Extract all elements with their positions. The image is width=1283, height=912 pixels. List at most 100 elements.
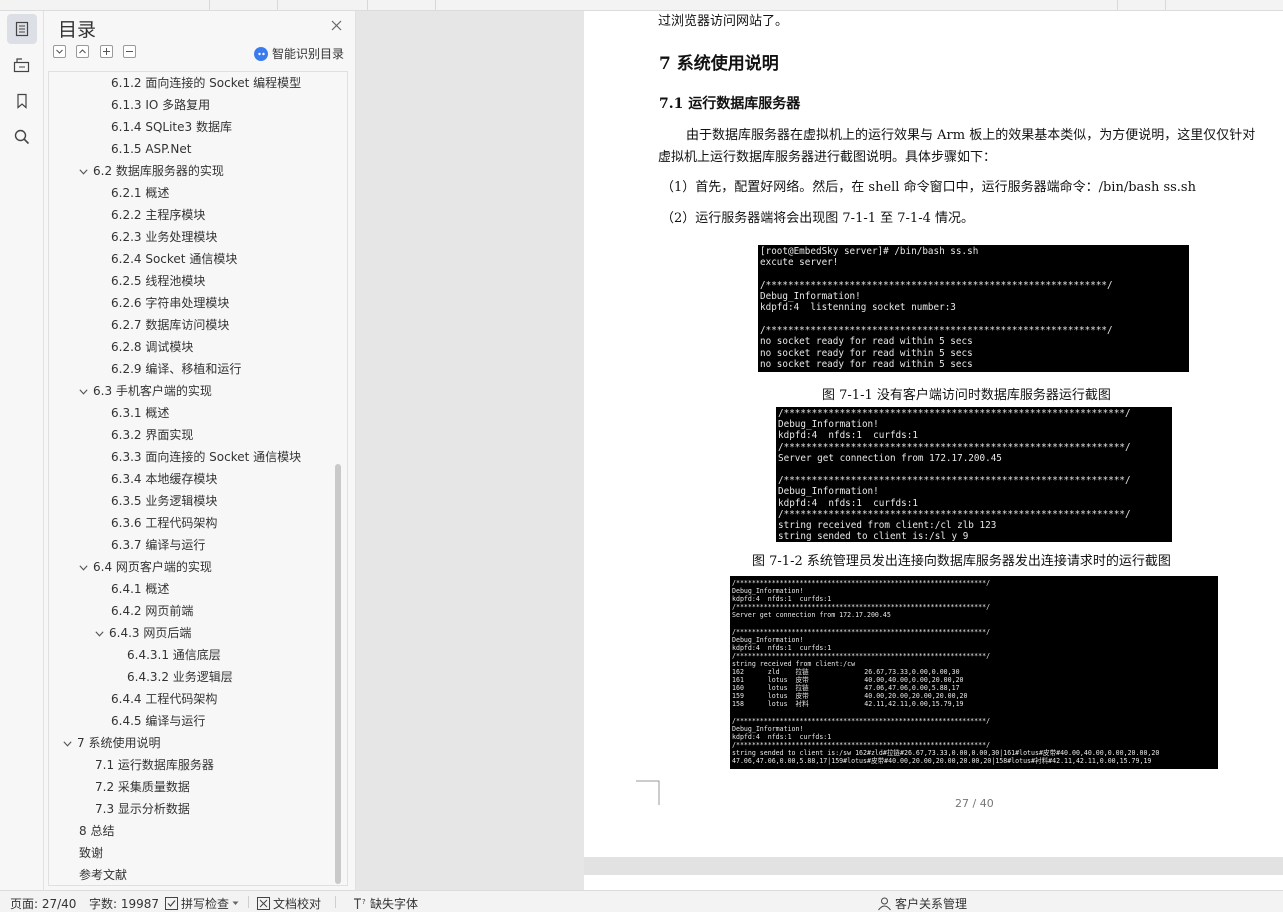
toc-scrollbar[interactable] bbox=[335, 464, 341, 884]
toc-item[interactable]: 6.4.3.1 通信底层 bbox=[127, 644, 221, 666]
toc-item[interactable]: 6.1.4 SQLite3 数据库 bbox=[111, 116, 232, 138]
toc-item-label: 6.3.6 工程代码架构 bbox=[111, 516, 218, 530]
toc-item-label: 6.3.2 界面实现 bbox=[111, 428, 194, 442]
toc-item[interactable]: 6.4.2 网页前端 bbox=[111, 600, 193, 622]
toc-item-label: 6.3.7 编译与运行 bbox=[111, 538, 206, 552]
toc-item-label: 7 系统使用说明 bbox=[77, 736, 161, 750]
toc-item-label: 6.2.1 概述 bbox=[111, 186, 170, 200]
tab-segment[interactable] bbox=[1060, 0, 1118, 10]
toc-item[interactable]: 6.3.7 编译与运行 bbox=[111, 534, 205, 556]
toc-item[interactable]: 6.1.5 ASP.Net bbox=[111, 138, 191, 160]
toc-item[interactable]: 6.1.3 IO 多路复用 bbox=[111, 94, 210, 116]
close-icon[interactable] bbox=[328, 17, 344, 33]
paragraph-line: 过浏览器访问网站了。 bbox=[658, 14, 789, 29]
paragraph-line: 由于数据库服务器在虚拟机上的运行效果与 Arm 板上的效果基本类似，为方便说明，… bbox=[686, 128, 1256, 143]
toc-item[interactable]: 6.2.9 编译、移植和运行 bbox=[111, 358, 241, 380]
chevron-down-icon[interactable] bbox=[79, 382, 93, 404]
status-bar: 页面: 27/40 字数: 19987 拼写检查 文档校对 ? 缺失字体 客户关… bbox=[0, 890, 1283, 912]
toc-item[interactable]: 6.3.2 界面实现 bbox=[111, 424, 193, 446]
toc-item[interactable]: 参考文献 bbox=[79, 864, 127, 886]
tab-segment[interactable] bbox=[0, 0, 210, 10]
toc-panel-icon[interactable] bbox=[7, 14, 37, 44]
smart-toc-button[interactable]: 智能识别目录 bbox=[254, 45, 344, 62]
proofread-button[interactable]: 文档校对 bbox=[257, 895, 321, 912]
word-count-label: 字数: 19987 bbox=[89, 897, 160, 911]
toc-item[interactable]: 7 系统使用说明 bbox=[63, 732, 160, 754]
tab-segment[interactable] bbox=[278, 0, 368, 10]
toc-item[interactable]: 6.3.3 面向连接的 Socket 通信模块 bbox=[111, 446, 301, 468]
toc-item-label: 6.4.3.2 业务逻辑层 bbox=[127, 670, 233, 684]
figure-caption-1: 图 7-1-1 没有客户端访问时数据库服务器运行截图 bbox=[822, 388, 1111, 403]
word-count[interactable]: 字数: 19987 bbox=[89, 895, 159, 912]
toc-item[interactable]: 致谢 bbox=[79, 842, 103, 864]
toc-item-label: 6.4.3 网页后端 bbox=[109, 626, 192, 640]
toc-item[interactable]: 6.4 网页客户端的实现 bbox=[79, 556, 212, 578]
collapse-down-icon[interactable] bbox=[53, 45, 66, 58]
toc-item-label: 6.2.2 主程序模块 bbox=[111, 208, 206, 222]
toc-item-label: 6.3.5 业务逻辑模块 bbox=[111, 494, 218, 508]
toc-item[interactable]: 7.1 运行数据库服务器 bbox=[95, 754, 214, 776]
svg-text:?: ? bbox=[362, 898, 366, 906]
page-indicator[interactable]: 页面: 27/40 bbox=[10, 895, 76, 912]
crm-label: 客户关系管理 bbox=[895, 897, 968, 911]
toc-item[interactable]: 6.3.1 概述 bbox=[111, 402, 169, 424]
collapse-minus-icon[interactable] bbox=[123, 45, 136, 58]
toc-item[interactable]: 6.4.3.2 业务逻辑层 bbox=[127, 666, 233, 688]
step-2: （2）运行服务器端将会出现图 7-1-1 至 7-1-4 情况。 bbox=[661, 211, 974, 226]
toc-item[interactable]: 6.2.2 主程序模块 bbox=[111, 204, 205, 226]
toc-item-label: 参考文献 bbox=[79, 868, 128, 882]
side-icon-rail bbox=[0, 11, 44, 890]
toc-item[interactable]: 6.2.3 业务处理模块 bbox=[111, 226, 217, 248]
paragraph-line: 虚拟机上运行数据库服务器进行截图说明。具体步骤如下： bbox=[658, 150, 997, 165]
toc-item-label: 6.2.6 字符串处理模块 bbox=[111, 296, 230, 310]
toc-item[interactable]: 6.4.1 概述 bbox=[111, 578, 169, 600]
toc-item-label: 6.1.5 ASP.Net bbox=[111, 142, 192, 156]
chevron-down-icon[interactable] bbox=[63, 734, 77, 756]
smart-toc-label: 智能识别目录 bbox=[272, 47, 345, 61]
toc-item[interactable]: 7.3 显示分析数据 bbox=[95, 798, 190, 820]
toc-item[interactable]: 7.2 采集质量数据 bbox=[95, 776, 190, 798]
toc-item-label: 7.2 采集质量数据 bbox=[95, 780, 190, 794]
toc-item-label: 6.2.4 Socket 通信模块 bbox=[111, 252, 238, 266]
tab-segment[interactable] bbox=[368, 0, 436, 10]
toc-item-label: 6.4 网页客户端的实现 bbox=[93, 560, 212, 574]
toc-item-label: 6.2.8 调试模块 bbox=[111, 340, 194, 354]
toc-item[interactable]: 6.3.4 本地缓存模块 bbox=[111, 468, 217, 490]
toc-item[interactable]: 6.2.8 调试模块 bbox=[111, 336, 193, 358]
chevron-down-icon[interactable] bbox=[79, 162, 93, 184]
toc-item-label: 6.2.7 数据库访问模块 bbox=[111, 318, 230, 332]
toc-item-label: 6.2 数据库服务器的实现 bbox=[93, 164, 224, 178]
chevron-down-icon[interactable] bbox=[79, 558, 93, 580]
toc-item[interactable]: 6.4.5 编译与运行 bbox=[111, 710, 205, 732]
bookmark-icon[interactable] bbox=[7, 86, 37, 116]
crm-button[interactable]: 客户关系管理 bbox=[877, 895, 967, 912]
missing-font-button[interactable]: ? 缺失字体 bbox=[353, 895, 418, 912]
navigation-icon[interactable] bbox=[7, 50, 37, 80]
toc-item[interactable]: 6.2.1 概述 bbox=[111, 182, 169, 204]
collapse-up-icon[interactable] bbox=[76, 45, 89, 58]
chevron-down-icon bbox=[232, 901, 239, 905]
toc-item[interactable]: 6.3 手机客户端的实现 bbox=[79, 380, 212, 402]
toc-item[interactable]: 6.2.4 Socket 通信模块 bbox=[111, 248, 237, 270]
toc-item-label: 8 总结 bbox=[79, 824, 115, 838]
terminal-screenshot-2: /***************************************… bbox=[776, 407, 1172, 542]
spell-check-button[interactable]: 拼写检查 bbox=[165, 895, 239, 912]
toc-item[interactable]: 6.2.6 字符串处理模块 bbox=[111, 292, 229, 314]
toc-item[interactable]: 6.2.7 数据库访问模块 bbox=[111, 314, 229, 336]
chevron-down-icon[interactable] bbox=[95, 624, 109, 646]
search-icon[interactable] bbox=[7, 122, 37, 152]
tab-segment[interactable] bbox=[1118, 0, 1166, 10]
toc-item[interactable]: 6.3.5 业务逻辑模块 bbox=[111, 490, 217, 512]
toc-item[interactable]: 6.4.3 网页后端 bbox=[95, 622, 191, 644]
toc-item[interactable]: 6.4.4 工程代码架构 bbox=[111, 688, 217, 710]
toc-item[interactable]: 6.2.5 线程池模块 bbox=[111, 270, 205, 292]
separator bbox=[335, 896, 336, 908]
toc-item[interactable]: 6.3.6 工程代码架构 bbox=[111, 512, 217, 534]
expand-plus-icon[interactable] bbox=[100, 45, 113, 58]
tab-segment[interactable] bbox=[210, 0, 278, 10]
proofread-icon bbox=[257, 897, 270, 910]
toc-item[interactable]: 6.1.2 面向连接的 Socket 编程模型 bbox=[111, 72, 301, 94]
toc-item-label: 6.1.2 面向连接的 Socket 编程模型 bbox=[111, 76, 302, 90]
toc-item[interactable]: 6.2 数据库服务器的实现 bbox=[79, 160, 224, 182]
toc-item[interactable]: 8 总结 bbox=[79, 820, 114, 842]
